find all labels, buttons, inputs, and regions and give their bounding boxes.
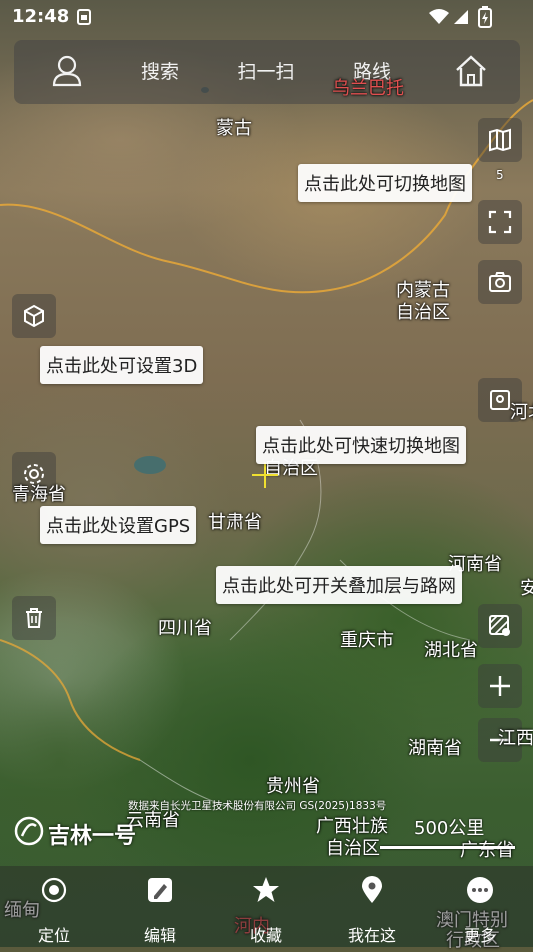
fullscreen-button[interactable]: [478, 200, 522, 244]
label-sichuan: 四川省: [158, 618, 212, 639]
zoom-in-button[interactable]: [478, 664, 522, 708]
brand-logo: 吉林一号: [14, 816, 136, 852]
label-hebei: 河北: [510, 402, 533, 423]
bottom-nav: 定位 编辑 收藏 我在这 更多: [0, 866, 533, 947]
label-chongqing: 重庆市: [340, 630, 394, 651]
label-mongolia: 蒙古: [216, 118, 252, 139]
3d-button[interactable]: [12, 294, 56, 338]
star-icon: [252, 876, 280, 904]
nav-label: 编辑: [143, 926, 176, 945]
tip-layers: 点击此处可开关叠加层与路网: [216, 566, 462, 604]
nav-label: 收藏: [249, 926, 282, 945]
brand-icon: [14, 816, 44, 852]
status-bar: 12:48: [0, 0, 533, 36]
sim-card-icon: [76, 8, 92, 31]
tip-quick-switch: 点击此处可快速切换地图: [256, 426, 466, 464]
edit-icon: [146, 876, 174, 904]
label-an: 安: [520, 578, 533, 599]
nav-label: 我在这: [347, 926, 396, 945]
camera-button[interactable]: [478, 260, 522, 304]
label-guangxi-2: 自治区: [326, 838, 380, 859]
nav-i-am-here[interactable]: 我在这: [332, 866, 412, 947]
scale-line: [380, 846, 515, 849]
label-inner-mongolia-2: 自治区: [396, 302, 450, 323]
scan-button[interactable]: 扫一扫: [228, 40, 304, 104]
nav-favorites[interactable]: 收藏: [226, 866, 306, 947]
crosshair-icon: [252, 462, 278, 488]
label-ulanbator: 乌兰巴托: [332, 78, 404, 99]
wifi-icon: [428, 8, 450, 31]
label-hunan: 湖南省: [408, 738, 462, 759]
map-switch-button[interactable]: [478, 118, 522, 162]
user-icon[interactable]: [52, 55, 82, 91]
label-qinghai: 青海省: [12, 484, 66, 505]
more-icon: [466, 876, 494, 904]
search-button[interactable]: 搜索: [128, 40, 192, 104]
nav-label: 定位: [37, 926, 70, 945]
label-jiangxi: 江西: [498, 728, 533, 749]
nav-locate[interactable]: 定位: [14, 866, 94, 947]
tip-set-3d: 点击此处可设置3D: [40, 346, 204, 384]
label-hubei: 湖北省: [424, 640, 478, 661]
locate-icon: [40, 876, 68, 904]
pin-icon: [358, 876, 386, 904]
nav-more[interactable]: 更多: [440, 866, 520, 947]
status-time: 12:48: [12, 6, 70, 27]
delete-button[interactable]: [12, 596, 56, 640]
scale-label: 500公里: [414, 818, 485, 839]
nav-edit[interactable]: 编辑: [120, 866, 200, 947]
tip-switch-map: 点击此处可切换地图: [298, 164, 472, 202]
layers-button[interactable]: [478, 604, 522, 648]
battery-icon: [478, 6, 492, 33]
map-attribution: 数据来自长光卫星技术股份有限公司 GS(2025)1833号: [128, 800, 387, 812]
scale-bar: 500公里: [380, 812, 520, 852]
label-gansu: 甘肃省: [208, 512, 262, 533]
nav-label: 更多: [463, 926, 496, 945]
signal-icon: [452, 8, 470, 31]
home-icon[interactable]: [454, 54, 488, 92]
side-badge: 5: [496, 168, 504, 182]
tip-set-gps: 点击此处设置GPS: [40, 506, 197, 544]
top-toolbar: 搜索 扫一扫 路线: [14, 40, 520, 104]
label-guizhou: 贵州省: [266, 776, 320, 797]
brand-text: 吉林一号: [48, 824, 137, 849]
